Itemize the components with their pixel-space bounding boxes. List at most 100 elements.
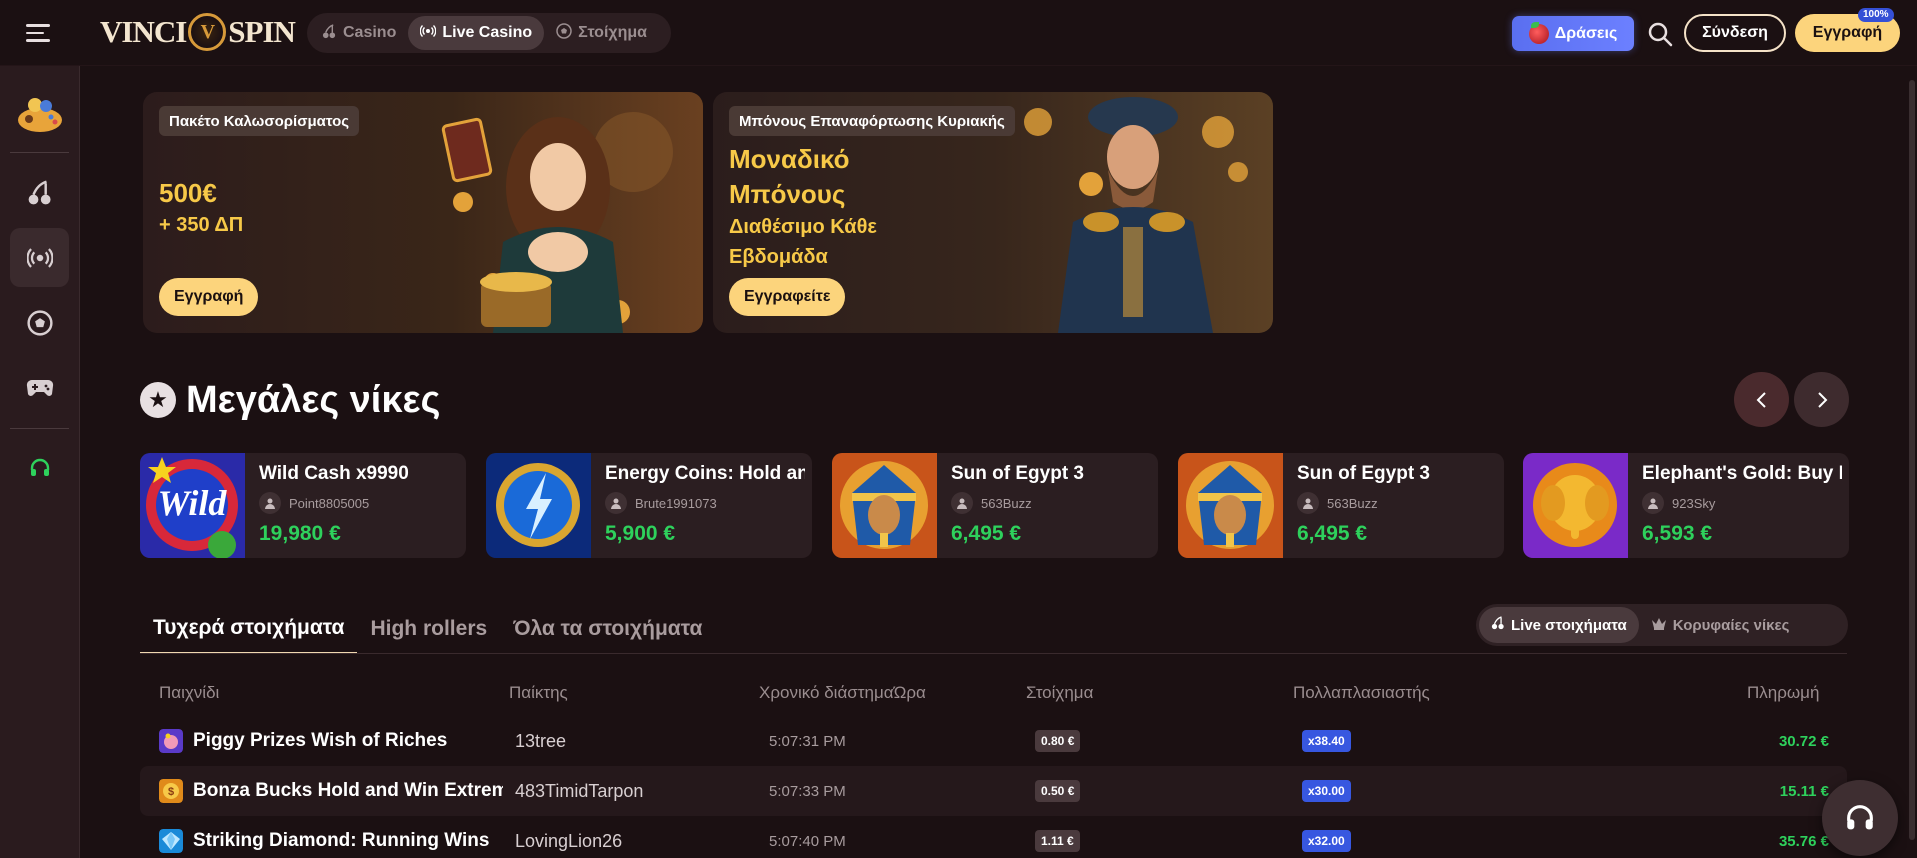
- win-user: Brute1991073: [605, 492, 717, 514]
- logo-emblem-icon: V: [188, 13, 227, 51]
- striking-diamond-icon: [159, 829, 183, 853]
- cherry-icon: [322, 23, 337, 43]
- win-card[interactable]: Energy Coins: Hold and Win Brute1991073 …: [486, 453, 812, 558]
- row-stake: 0.50 €: [1035, 780, 1081, 802]
- column-header-player[interactable]: Παίκτης: [509, 683, 568, 703]
- win-username: 923Sky: [1672, 495, 1716, 511]
- column-header-payout[interactable]: Πληρωμή: [1747, 683, 1819, 703]
- win-username: 563Buzz: [1327, 495, 1378, 511]
- row-payout: 35.76 €: [1778, 832, 1829, 850]
- win-card[interactable]: Wild Wild Cash x9990 Point8805005 19,980…: [140, 453, 466, 558]
- nav-tab-label: Στοίχημα: [578, 24, 648, 41]
- banner-tag: Πακέτο Καλωσορίσματος: [159, 106, 360, 136]
- row-game: Bonza Bucks Hold and Win Extreme: [193, 780, 503, 801]
- top-header: VINCI V SPIN Casino Live Casino Στοίχημα…: [0, 0, 1917, 66]
- cherry-icon[interactable]: [10, 163, 69, 222]
- row-stake: 1.11 €: [1035, 830, 1080, 852]
- bets-view-toggle: Live στοιχήματα Κορυφαίες νίκες: [1476, 604, 1848, 646]
- toggle-top-wins[interactable]: Κορυφαίες νίκες: [1639, 607, 1802, 643]
- row-game: Piggy Prizes Wish of Riches: [193, 730, 448, 751]
- win-game-name: Wild Cash x9990: [259, 463, 409, 484]
- sun-of-egypt-thumbnail: [832, 453, 937, 558]
- sunday-reload-banner[interactable]: Μπόνους Επαναφόρτωσης Κυριακής Μοναδικό …: [713, 92, 1273, 333]
- games-icon[interactable]: [10, 86, 69, 145]
- banner-extra: + 350 ΔΠ: [159, 214, 244, 236]
- wild-cash-thumbnail: Wild: [140, 453, 245, 558]
- win-amount: 5,900 €: [605, 522, 676, 545]
- win-game-name: Energy Coins: Hold and Win: [605, 463, 805, 484]
- win-username: Point8805005: [289, 495, 370, 511]
- chevron-left-icon: [1756, 391, 1766, 408]
- bonza-bucks-icon: $: [159, 779, 183, 803]
- football-icon: [556, 23, 572, 43]
- carousel-next-button[interactable]: [1794, 372, 1849, 427]
- table-row[interactable]: Striking Diamond: Running Wins LovingLio…: [140, 816, 1847, 858]
- nav-tab-sports[interactable]: Στοίχημα: [544, 16, 659, 50]
- win-user: Point8805005: [259, 492, 369, 514]
- bonus-percent-badge: 100%: [1858, 8, 1894, 22]
- user-icon: [259, 492, 281, 514]
- carousel-prev-button[interactable]: [1734, 372, 1789, 427]
- banner-title-line1: Μοναδικό: [729, 144, 850, 174]
- table-row[interactable]: $ Bonza Bucks Hold and Win Extreme 483Ti…: [140, 766, 1847, 816]
- row-time: 5:07:31 PM: [769, 732, 846, 750]
- scrollbar-thumb[interactable]: [1909, 80, 1915, 840]
- row-payout: 30.72 €: [1778, 732, 1829, 750]
- sun-of-egypt-thumbnail: [1178, 453, 1283, 558]
- nav-tab-live-casino[interactable]: Live Casino: [408, 16, 545, 50]
- column-header-game[interactable]: Παιχνίδι: [159, 683, 219, 703]
- support-chat-button[interactable]: [1822, 780, 1898, 856]
- gamepad-icon[interactable]: [10, 358, 69, 417]
- tomato-icon: [1528, 21, 1549, 44]
- banner-sub-line2: Εβδομάδα: [729, 246, 828, 268]
- headset-icon: [1847, 805, 1873, 830]
- banner-title-line2: Μπόνους: [729, 179, 846, 209]
- login-button[interactable]: Σύνδεση: [1684, 14, 1786, 52]
- column-header-time[interactable]: Χρονικό διάστημαΏρα: [759, 683, 926, 703]
- banner-signup-button[interactable]: Εγγραφείτε: [729, 278, 846, 316]
- headset-icon[interactable]: [10, 438, 69, 497]
- toggle-live-bets[interactable]: Live στοιχήματα: [1479, 607, 1639, 643]
- welcome-banner[interactable]: Πακέτο Καλωσορίσματος 500€ + 350 ΔΠ Εγγρ…: [143, 92, 703, 333]
- win-game-name: Sun of Egypt 3: [951, 463, 1084, 484]
- tab-lucky-bets[interactable]: Τυχερά στοιχήματα: [140, 604, 358, 654]
- win-card[interactable]: Elephant's Gold: Buy Bonus 923Sky 6,593 …: [1523, 453, 1849, 558]
- big-wins-heading: ★ Μεγάλες νίκες: [140, 378, 440, 422]
- piggy-prizes-icon: [159, 729, 183, 753]
- main-nav: Casino Live Casino Στοίχημα: [307, 13, 671, 53]
- win-username: Brute1991073: [635, 495, 717, 511]
- search-icon[interactable]: [1646, 20, 1674, 48]
- row-multiplier: x32.00: [1302, 830, 1351, 852]
- row-player: 483TimidTarpon: [515, 780, 644, 801]
- row-stake: 0.80 €: [1035, 730, 1081, 752]
- toggle-label: Κορυφαίες νίκες: [1672, 616, 1790, 634]
- svg-text:$: $: [168, 786, 174, 798]
- banner-register-button[interactable]: Εγγραφή: [159, 278, 259, 316]
- elephants-gold-thumbnail: [1523, 453, 1628, 558]
- big-wins-title: Μεγάλες νίκες: [186, 378, 441, 421]
- actions-button[interactable]: Δράσεις: [1512, 16, 1634, 51]
- banner-amount: 500€: [159, 178, 217, 208]
- sidebar: [0, 66, 80, 858]
- win-game-name: Sun of Egypt 3: [1297, 463, 1430, 484]
- menu-icon[interactable]: [26, 24, 50, 42]
- table-row[interactable]: Piggy Prizes Wish of Riches 13tree 5:07:…: [140, 716, 1847, 766]
- row-game: Striking Diamond: Running Wins: [193, 830, 490, 851]
- sidebar-divider: [10, 428, 69, 429]
- win-card[interactable]: Sun of Egypt 3 563Buzz 6,495 €: [832, 453, 1158, 558]
- nav-tab-casino[interactable]: Casino: [310, 16, 408, 50]
- logo[interactable]: VINCI V SPIN: [100, 12, 296, 52]
- column-header-stake[interactable]: Στοίχημα: [1026, 683, 1093, 703]
- actions-label: Δράσεις: [1554, 24, 1618, 42]
- football-icon[interactable]: [10, 293, 69, 352]
- user-icon: [605, 492, 627, 514]
- tab-all-bets[interactable]: Όλα τα στοιχήματα: [500, 604, 715, 654]
- column-header-multiplier[interactable]: Πολλαπλασιαστής: [1293, 683, 1430, 703]
- toggle-label: Live στοιχήματα: [1511, 616, 1627, 634]
- logo-left-text: VINCI: [100, 14, 187, 49]
- banner-lady-illustration: [441, 112, 673, 333]
- win-card[interactable]: Sun of Egypt 3 563Buzz 6,495 €: [1178, 453, 1504, 558]
- tab-high-rollers[interactable]: High rollers: [357, 604, 500, 654]
- live-icon[interactable]: [10, 228, 69, 287]
- win-username: 563Buzz: [981, 495, 1032, 511]
